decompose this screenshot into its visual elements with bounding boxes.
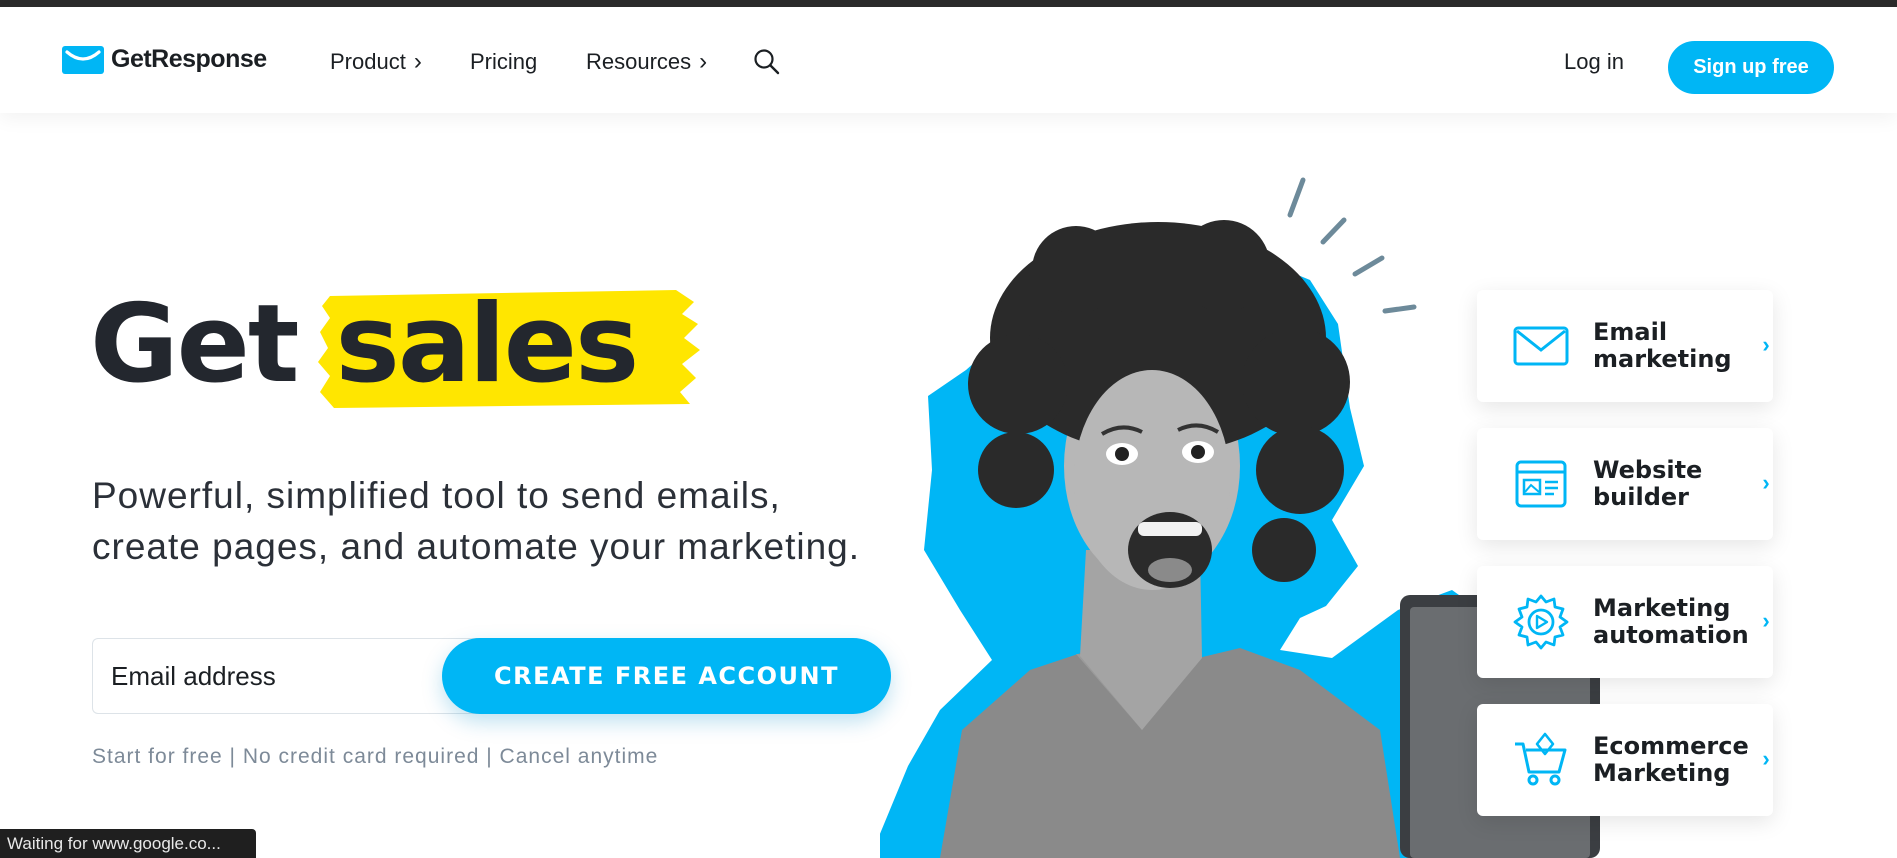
nav-product[interactable]: Product › (330, 49, 422, 75)
hero-title-highlight-text: sales (335, 282, 640, 407)
chevron-right-icon: › (413, 48, 422, 75)
signup-disclaimer: Start for free | No credit card required… (92, 745, 659, 768)
hero-title-plain: Get (90, 282, 300, 407)
shopping-cart-icon (1515, 732, 1567, 786)
chevron-right-icon[interactable]: › (1751, 606, 1781, 636)
website-builder-icon (1515, 460, 1567, 508)
site-header: GetResponse Product › Pricing Resources … (0, 7, 1897, 113)
gear-play-icon (1513, 594, 1569, 650)
feature-card-website-builder[interactable]: Website builder › (1477, 428, 1773, 540)
search-icon[interactable] (752, 47, 782, 77)
brand-logo[interactable]: GetResponse (62, 45, 267, 74)
feature-label-line: Email (1593, 318, 1668, 346)
feature-card-ecommerce-marketing[interactable]: Ecommerce Marketing › (1477, 704, 1773, 816)
hero-title: Get sales (90, 282, 700, 408)
feature-label-line: Marketing (1593, 759, 1731, 787)
feature-label: Marketing automation (1593, 594, 1749, 649)
email-input[interactable] (92, 638, 492, 714)
signup-form: CREATE FREE ACCOUNT (92, 638, 892, 714)
hero-subtitle: Powerful, simplified tool to send emails… (92, 470, 912, 572)
feature-card-marketing-automation[interactable]: Marketing automation › (1477, 566, 1773, 678)
nav-product-label: Product (330, 49, 406, 74)
feature-label: Website builder (1593, 457, 1743, 511)
getresponse-logo-icon (62, 45, 104, 74)
feature-card-email-marketing[interactable]: Email marketing › (1477, 290, 1773, 402)
login-link[interactable]: Log in (1564, 49, 1624, 75)
feature-label-line: Website (1593, 456, 1703, 484)
browser-top-edge (0, 0, 1897, 7)
hero-title-highlight: sales (316, 282, 700, 408)
create-account-button[interactable]: CREATE FREE ACCOUNT (442, 638, 891, 714)
hero-subtitle-line-2: create pages, and automate your marketin… (92, 526, 861, 567)
chevron-right-icon: › (699, 48, 708, 75)
envelope-icon (1513, 326, 1569, 366)
nav-pricing[interactable]: Pricing (470, 49, 537, 75)
hero-subtitle-line-1: Powerful, simplified tool to send emails… (92, 475, 781, 516)
nav-pricing-label: Pricing (470, 49, 538, 74)
browser-status-bar: Waiting for www.google.co... (0, 829, 256, 858)
nav-resources[interactable]: Resources › (586, 49, 707, 75)
feature-label: Ecommerce Marketing (1593, 732, 1749, 787)
feature-label-line: Marketing (1593, 594, 1731, 622)
signup-button[interactable]: Sign up free (1668, 41, 1834, 94)
chevron-right-icon[interactable]: › (1751, 744, 1781, 774)
feature-label-line: automation (1593, 621, 1749, 649)
feature-label-line: Ecommerce (1593, 732, 1749, 760)
feature-label-line: marketing (1593, 345, 1732, 373)
chevron-right-icon[interactable]: › (1751, 468, 1781, 498)
nav-resources-label: Resources (586, 49, 692, 74)
feature-label: Email marketing (1593, 319, 1743, 373)
chevron-right-icon[interactable]: › (1751, 330, 1781, 360)
brand-name: GetResponse (111, 45, 267, 73)
feature-label-line: builder (1593, 483, 1690, 511)
